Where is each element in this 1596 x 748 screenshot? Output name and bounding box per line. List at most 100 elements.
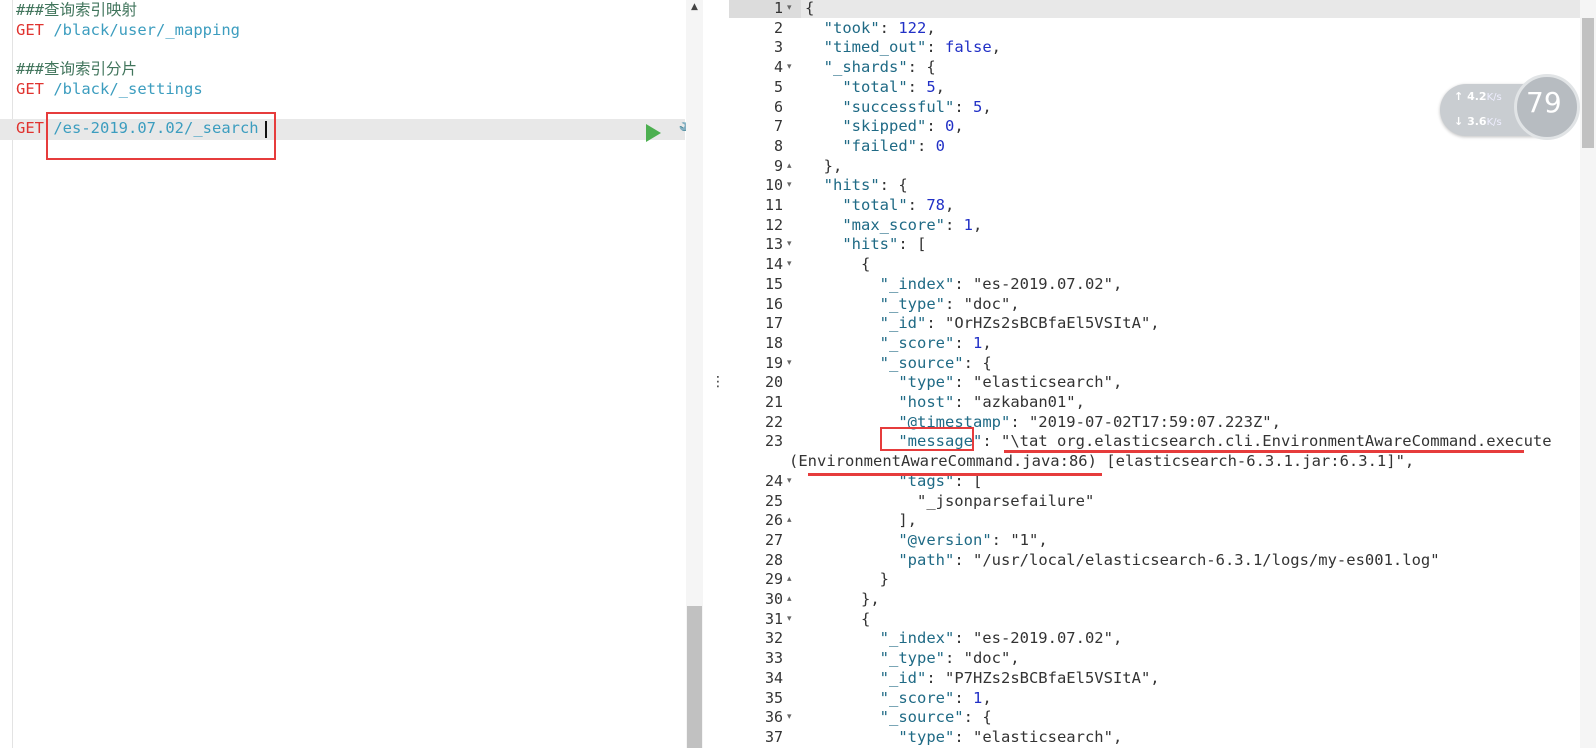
fold-collapse-icon[interactable]: ▾ [787,353,797,373]
fold-collapse-icon[interactable]: ▾ [787,57,797,77]
request-scrollbar-thumb[interactable] [687,606,702,748]
fold-collapse-icon[interactable]: ▾ [787,254,797,274]
response-active-line [801,0,1596,18]
fold-collapse-icon[interactable]: ▾ [787,471,797,491]
line-number: 14 [764,255,783,274]
request-comment[interactable]: ###查询索引映射 [16,0,137,20]
response-line: "type": "elasticsearch", [898,373,1123,392]
response-line: "took": 122, [823,18,936,37]
response-line: } [805,570,889,589]
http-method: GET [16,20,44,39]
request-comment[interactable]: ###查询索引分片 [16,59,137,79]
fold-collapse-icon[interactable]: ▾ [787,175,797,195]
scroll-up-icon[interactable]: ▲ [686,2,703,16]
response-line: (EnvironmentAwareCommand.java:86) [elast… [789,452,1415,471]
upload-speed-value: 4.2 [1467,90,1487,103]
line-number: 10 [764,176,783,195]
down-arrow-icon: ↓ [1454,115,1464,128]
response-line: "_jsonparsefailure" [805,491,1095,510]
fold-collapse-icon[interactable]: ▾ [787,234,797,254]
line-number: 29 [764,570,783,589]
response-line: "hits": { [823,176,908,195]
line-number: 9 [773,156,783,175]
message-key-highlight [880,427,974,451]
line-number: 17 [764,314,783,333]
response-gutter: 1 ▾ 2 3 4 ▾ 5 6 7 8 9 ▴ 10 ▾ 11 12 13 ▾ 14 ▾ 15 16 17 18 19 ▾ 20 21… [729,0,801,748]
line-number: 21 [764,393,783,411]
download-speed-row: ↓ 3.6K/s [1454,115,1502,128]
line-number: 11 [764,196,783,214]
line-number: 15 [764,274,783,293]
line-number: 20 [764,373,783,392]
response-line: "successful": 5, [842,97,992,116]
response-line: "_shards": { [823,58,936,77]
line-number: 25 [764,491,783,510]
request-scrollbar[interactable]: ▲ [686,0,703,748]
response-line: "skipped": 0, [842,117,964,136]
fold-collapse-icon[interactable]: ▾ [787,0,797,18]
request-highlight-box [46,112,276,160]
line-number: 4 [773,58,783,77]
response-line: "total": 5, [842,77,946,96]
response-line: "_score": 1, [879,333,992,352]
request-url: /black/_settings [53,79,203,98]
line-number: 1 [773,0,783,17]
fold-collapse-icon[interactable]: ▾ [787,609,797,629]
request-editor[interactable]: ###查询索引映射 GET /black/user/_mapping ###查询索引… [0,0,700,748]
response-line: "@version": "1", [898,530,1048,549]
request-line[interactable]: GET /black/user/_mapping [16,20,240,40]
request-gutter [0,0,13,748]
message-underline-2 [808,473,1102,476]
line-number: 30 [764,590,783,608]
line-number: 16 [764,294,783,313]
download-speed-unit: K/s [1486,117,1502,128]
line-number: 22 [764,412,783,431]
line-number: 32 [764,629,783,648]
line-number: 24 [764,471,783,490]
response-line: "path": "/usr/local/elasticsearch-6.3.1/… [898,550,1440,569]
line-number: 33 [764,649,783,668]
upload-speed-row: ↑ 4.2K/s [1454,90,1502,103]
line-number: 5 [773,77,783,96]
line-number: 3 [773,38,783,57]
line-number: 37 [764,727,783,746]
response-line: { [805,255,871,274]
line-number: 26 [764,511,783,530]
splitter-handle-icon[interactable]: ⋮ [711,374,725,390]
response-line: "_type": "doc", [879,649,1020,668]
request-line[interactable]: GET /black/_settings [16,79,203,99]
fold-collapse-icon[interactable]: ▾ [787,707,797,727]
fold-end-icon[interactable]: ▴ [787,569,797,589]
message-underline-1 [1004,450,1524,453]
line-number: 36 [764,708,783,727]
up-arrow-icon: ↑ [1454,90,1464,103]
response-line: "_id": "OrHZs2sBCBfaEl5VSItA", [879,314,1160,333]
response-line: "_index": "es-2019.07.02", [879,274,1123,293]
send-request-button[interactable] [646,124,661,142]
fold-end-icon[interactable]: ▴ [787,156,797,176]
line-number: 31 [764,609,783,628]
response-line: "total": 78, [842,196,955,214]
response-line: "_id": "P7HZs2sBCBfaEl5VSItA", [879,668,1160,687]
response-line: ], [805,511,917,530]
line-number: 2 [773,18,783,37]
fold-end-icon[interactable]: ▴ [787,510,797,530]
response-scrollbar-thumb[interactable] [1582,18,1594,148]
line-number: 27 [764,530,783,549]
line-number: 6 [773,97,783,116]
response-line: "_type": "doc", [879,294,1020,313]
http-method: GET [16,119,44,138]
response-line: { [805,609,871,628]
response-line: }, [805,156,843,175]
response-line: { [805,0,815,17]
response-line: "hits": [ [842,235,927,254]
response-line: "type": "elasticsearch", [898,727,1123,746]
response-line: "host": "azkaban01", [898,393,1085,411]
line-number: 13 [764,235,783,254]
response-line: "_source": { [879,353,992,372]
fold-end-icon[interactable]: ▴ [787,589,797,609]
line-number: 35 [764,688,783,707]
pane-splitter[interactable]: ⋮ [703,0,729,748]
line-number: 12 [764,215,783,234]
download-speed-value: 3.6 [1467,115,1487,128]
